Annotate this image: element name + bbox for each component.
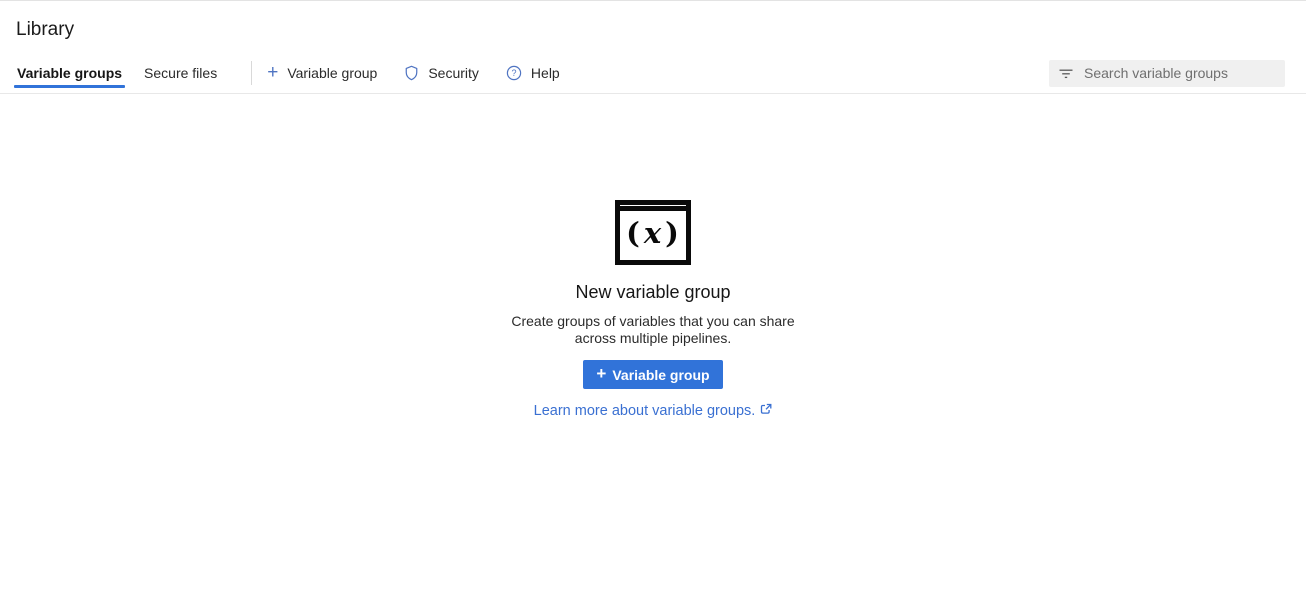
external-link-icon bbox=[760, 403, 772, 419]
search-box[interactable] bbox=[1049, 60, 1285, 87]
icon-close-paren: ) bbox=[665, 219, 680, 248]
add-variable-group-button[interactable]: + Variable group bbox=[583, 360, 722, 389]
tab-secure-files-label: Secure files bbox=[144, 65, 217, 81]
shield-icon bbox=[404, 65, 419, 81]
add-variable-group-label: Variable group bbox=[287, 65, 377, 81]
empty-state-heading: New variable group bbox=[575, 282, 730, 303]
tab-command-bar: Variable groups Secure files + Variable … bbox=[0, 53, 1306, 93]
icon-variable-x: x bbox=[641, 219, 665, 248]
plus-icon: + bbox=[267, 63, 278, 82]
tab-secure-files[interactable]: Secure files bbox=[143, 53, 218, 93]
add-variable-group-command[interactable]: + Variable group bbox=[267, 65, 377, 82]
help-command[interactable]: ? Help bbox=[506, 65, 560, 81]
plus-icon: + bbox=[596, 365, 606, 382]
svg-text:?: ? bbox=[511, 68, 516, 78]
empty-state: ( x ) New variable group Create groups o… bbox=[0, 94, 1306, 419]
toolbar-divider bbox=[251, 61, 252, 85]
security-command[interactable]: Security bbox=[404, 65, 479, 81]
security-label: Security bbox=[428, 65, 479, 81]
variable-group-icon: ( x ) bbox=[615, 200, 691, 265]
add-variable-group-button-label: Variable group bbox=[612, 367, 709, 383]
tab-variable-groups-label: Variable groups bbox=[17, 65, 122, 81]
help-icon: ? bbox=[506, 65, 522, 81]
search-input[interactable] bbox=[1084, 65, 1275, 81]
learn-more-link[interactable]: Learn more about variable groups. bbox=[534, 403, 773, 419]
tab-variable-groups[interactable]: Variable groups bbox=[16, 53, 123, 93]
learn-more-label: Learn more about variable groups. bbox=[534, 403, 756, 419]
tabs: Variable groups Secure files bbox=[16, 53, 238, 93]
icon-open-paren: ( bbox=[626, 219, 641, 248]
empty-state-description: Create groups of variables that you can … bbox=[497, 313, 809, 347]
page-title: Library bbox=[16, 19, 1290, 41]
filter-icon bbox=[1059, 67, 1073, 80]
help-label: Help bbox=[531, 65, 560, 81]
variable-group-icon-body: ( x ) bbox=[620, 211, 686, 255]
page-header: Library bbox=[0, 1, 1306, 53]
